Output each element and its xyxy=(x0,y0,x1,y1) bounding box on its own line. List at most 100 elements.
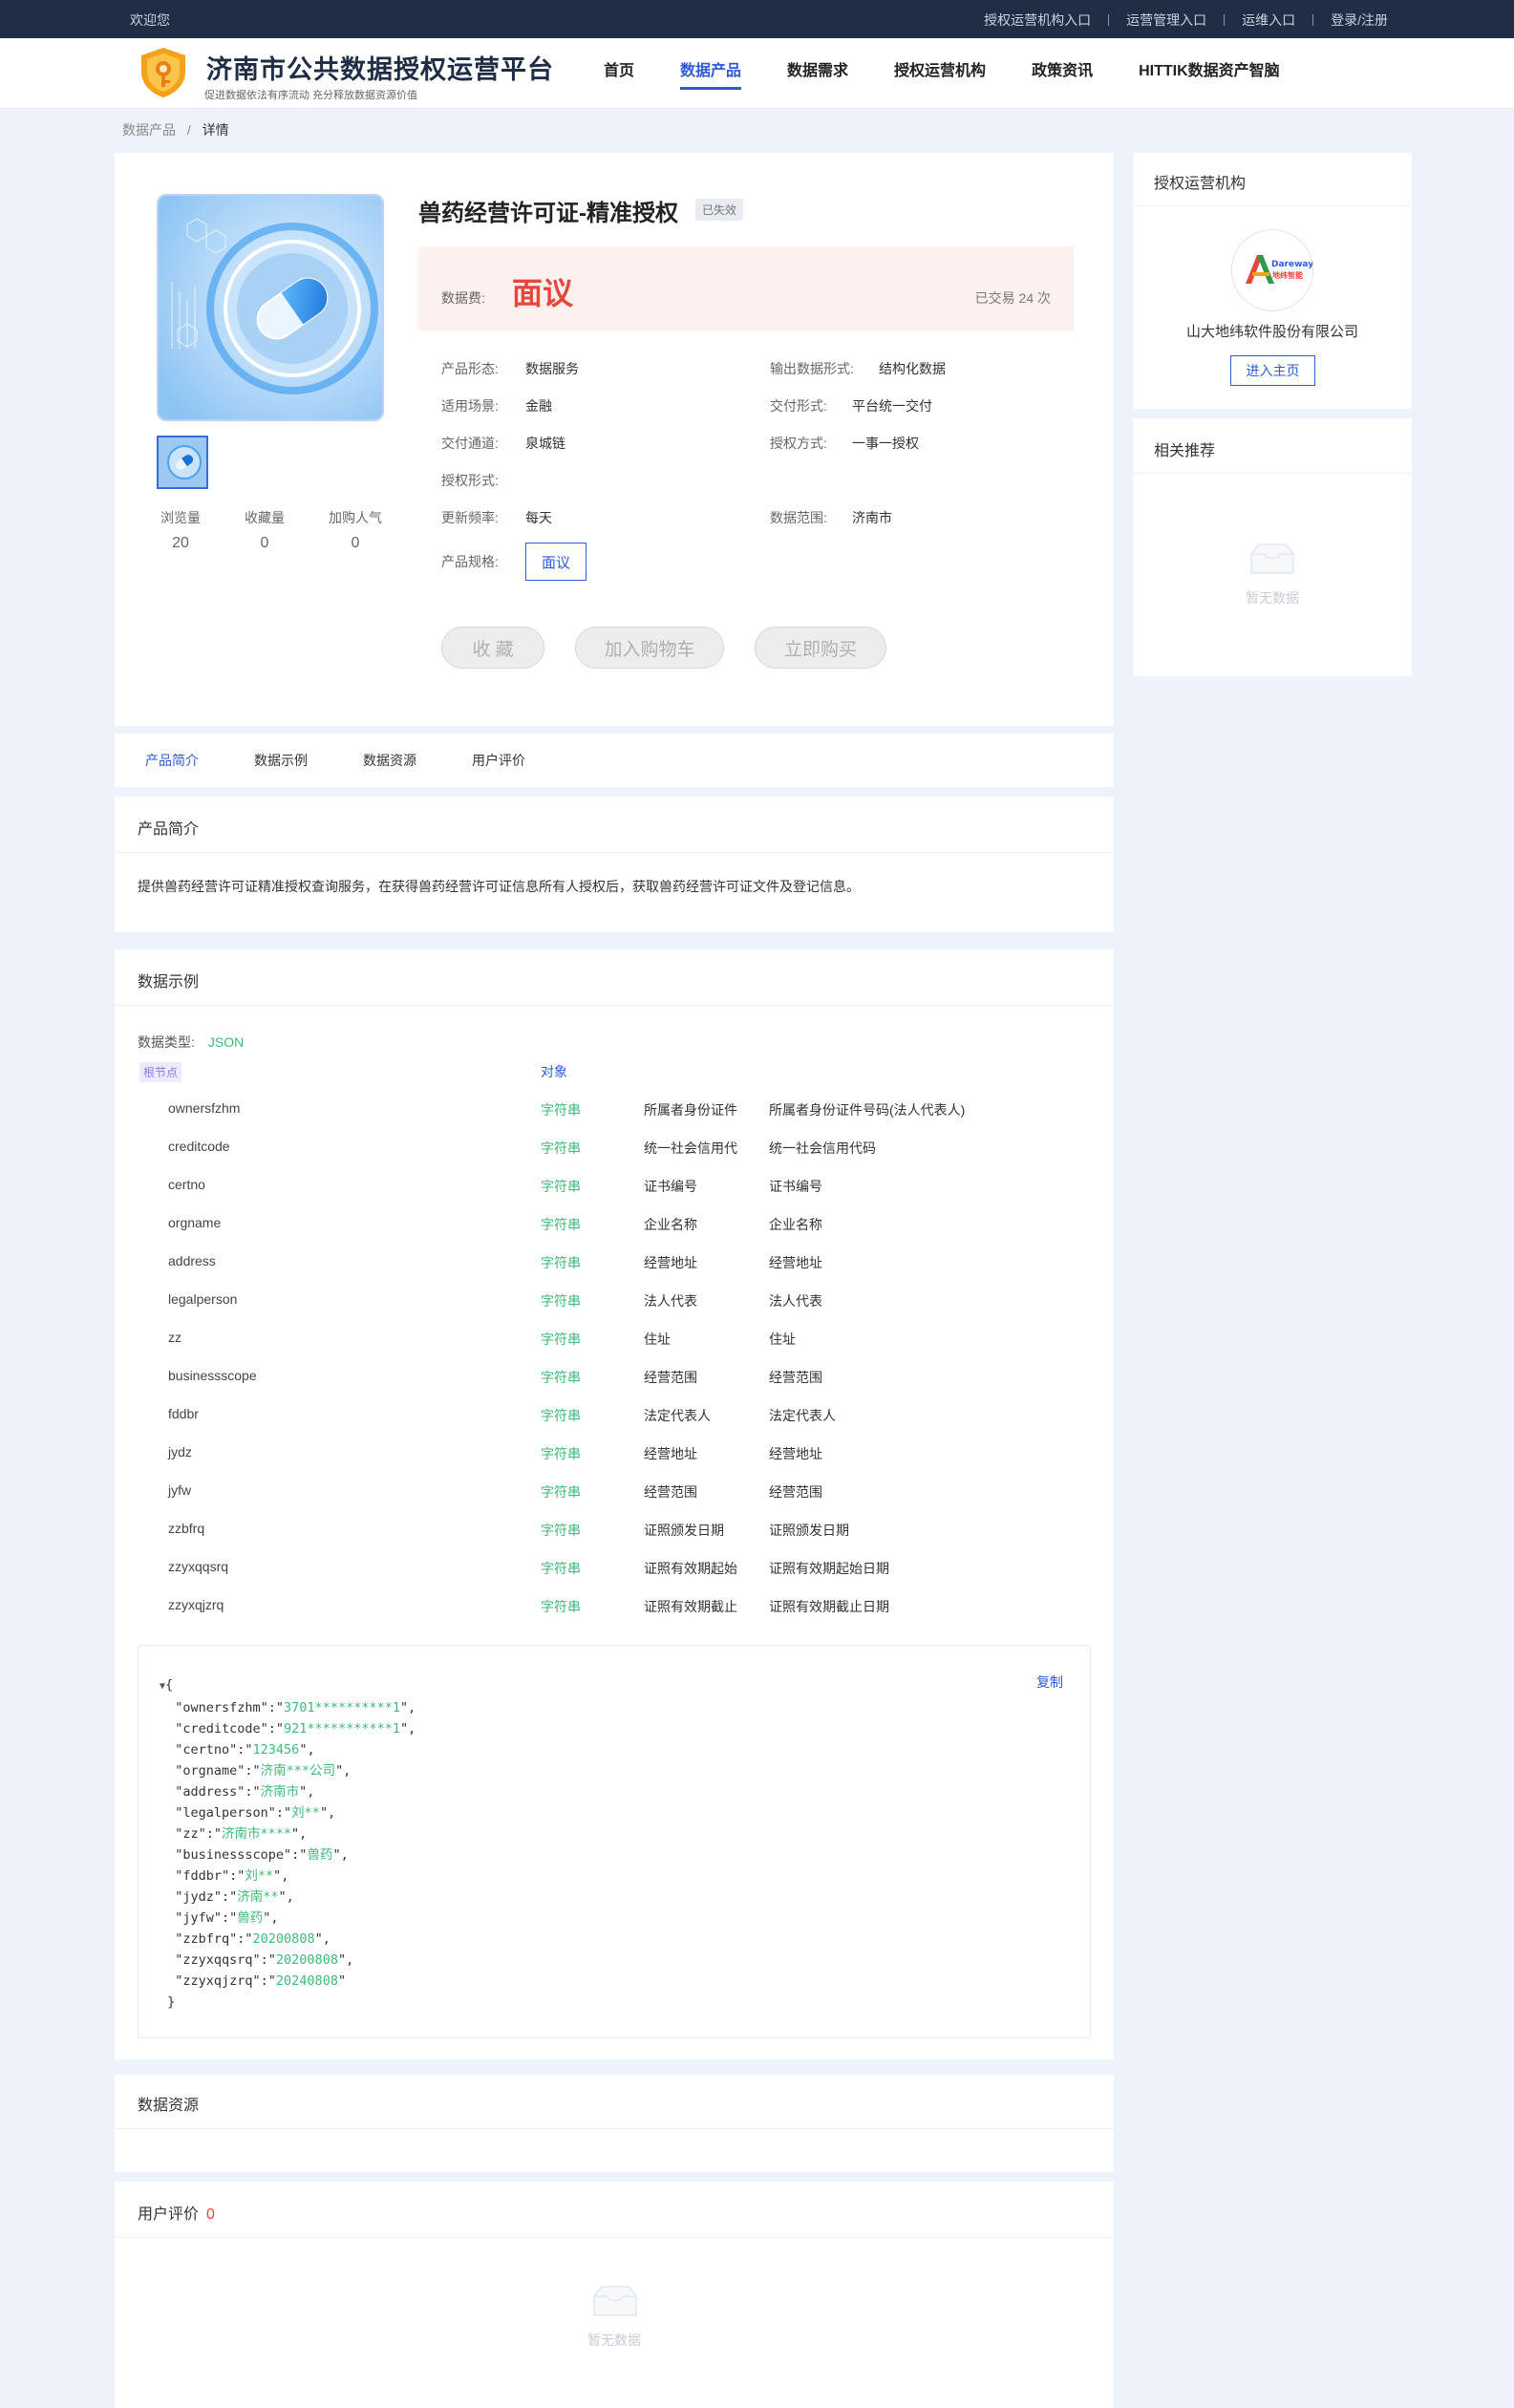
breadcrumb-separator: / xyxy=(186,122,191,138)
org-name: 山大地纬软件股份有限公司 xyxy=(1185,324,1358,340)
nav-data-demand[interactable]: 数据需求 xyxy=(787,57,848,88)
field-name: zzbfrq xyxy=(168,1521,205,1536)
attr-value: 金融 xyxy=(525,398,552,414)
divider xyxy=(115,2128,1114,2129)
intro-section xyxy=(115,797,1114,932)
field-type: 字符串 xyxy=(541,1370,581,1385)
field-cn: 证书编号 xyxy=(644,1179,697,1194)
field-table: ownersfzhm 字符串 所属者身份证件 所属者身份证件号码(法人代表人) cre… xyxy=(0,1100,999,1635)
review-count: 0 xyxy=(206,2206,215,2223)
field-name: businessscope xyxy=(168,1368,257,1383)
empty-box-icon xyxy=(1250,543,1294,574)
empty-text: 暂无数据 xyxy=(1246,590,1299,606)
attr-value: 每天 xyxy=(525,510,552,525)
field-type: 字符串 xyxy=(541,1255,581,1270)
stat-views: 浏览量 20 xyxy=(157,508,204,552)
field-type: 字符串 xyxy=(541,1523,581,1538)
tab-product-intro[interactable]: 产品简介 xyxy=(145,751,199,770)
attr-label: 交付通道: xyxy=(441,436,499,451)
json-line: "creditcode":"921***********1", xyxy=(160,1721,416,1737)
maintenance-link[interactable]: 运维入口 xyxy=(1242,11,1295,30)
json-line: "zzyxqjzrq":"20240808" xyxy=(160,1973,347,1989)
breadcrumb-parent[interactable]: 数据产品 xyxy=(122,122,176,138)
nav-policy-news[interactable]: 政策资讯 xyxy=(1032,57,1093,88)
field-name: jyfw xyxy=(168,1482,192,1498)
json-code: ▼{ "ownersfzhm":"3701**********1", "cred… xyxy=(160,1677,416,2010)
brand-title[interactable]: 济南市公共数据授权运营平台 xyxy=(206,49,554,86)
field-cn: 法定代表人 xyxy=(644,1408,711,1423)
tab-user-reviews[interactable]: 用户评价 xyxy=(472,751,525,770)
data-type: 数据类型: JSON xyxy=(138,1033,244,1052)
product-title: 兽药经营许可证-精准授权 xyxy=(418,201,678,226)
main-nav: 首页 数据产品 数据需求 授权运营机构 政策资讯 HITTIK数据资产智脑 xyxy=(604,57,1326,90)
field-name: ownersfzhm xyxy=(168,1100,241,1116)
field-type: 字符串 xyxy=(541,1599,581,1614)
dareway-logo-icon: Dareway 地纬智能 xyxy=(1246,255,1313,284)
data-type-value: JSON xyxy=(207,1034,245,1050)
field-desc: 证照有效期截止日期 xyxy=(769,1599,889,1614)
root-node-tag: 根节点 xyxy=(139,1062,182,1082)
field-desc: 统一社会信用代码 xyxy=(769,1140,876,1156)
field-desc: 证照颁发日期 xyxy=(769,1523,849,1538)
collapse-arrow-icon[interactable]: ▼ xyxy=(160,1681,165,1692)
nav-operators[interactable]: 授权运营机构 xyxy=(894,57,986,88)
copy-button[interactable]: 复制 xyxy=(1036,1673,1063,1692)
field-cn: 经营范围 xyxy=(644,1370,697,1385)
nav-hittik-brain[interactable]: HITTIK数据资产智脑 xyxy=(1139,57,1280,88)
price-box: 数据费: 面议 已交易 24 次 xyxy=(418,246,1074,330)
json-code-block: 复制 ▼{ "ownersfzhm":"3701**********1", "c… xyxy=(138,1645,1091,2038)
tab-data-sample[interactable]: 数据示例 xyxy=(254,751,308,770)
nav-data-products[interactable]: 数据产品 xyxy=(680,57,742,90)
field-type: 字符串 xyxy=(541,1561,581,1576)
login-register-link[interactable]: 登录/注册 xyxy=(1331,11,1388,30)
attr-label: 交付形式: xyxy=(770,398,827,414)
product-thumbnail[interactable] xyxy=(157,436,208,489)
field-cn: 证照有效期起始 xyxy=(644,1561,737,1576)
favorite-button[interactable]: 收 藏 xyxy=(441,627,544,669)
attr-value: 一事一授权 xyxy=(852,436,919,451)
welcome-text: 欢迎您 xyxy=(130,12,170,28)
ops-manage-link[interactable]: 运营管理入口 xyxy=(1126,11,1206,30)
divider xyxy=(1108,14,1110,26)
field-type: 字符串 xyxy=(541,1293,581,1309)
org-logo[interactable]: Dareway 地纬智能 xyxy=(1231,229,1313,311)
field-desc: 企业名称 xyxy=(769,1217,822,1232)
attr-label: 数据范围: xyxy=(770,510,827,525)
table-row: address 字符串 经营地址 经营地址 xyxy=(0,1253,999,1291)
field-type: 字符串 xyxy=(541,1484,581,1500)
add-to-cart-button[interactable]: 加入购物车 xyxy=(575,627,724,669)
field-cn: 法人代表 xyxy=(644,1293,697,1309)
reviews-title-text: 用户评价 xyxy=(138,2206,200,2223)
shield-logo-icon[interactable] xyxy=(136,45,191,100)
field-name: jydz xyxy=(168,1444,192,1460)
tab-data-resources[interactable]: 数据资源 xyxy=(363,751,416,770)
intro-text: 提供兽药经营许可证精准授权查询服务，在获得兽药经营许可证信息所有人授权后，获取兽… xyxy=(138,879,860,894)
json-line: "ownersfzhm":"3701**********1", xyxy=(160,1700,416,1715)
field-type: 字符串 xyxy=(541,1217,581,1232)
breadcrumb-current: 详情 xyxy=(202,122,229,138)
logo-text: Dareway xyxy=(1271,260,1312,269)
top-links: 授权运营机构入口 运营管理入口 运维入口 登录/注册 xyxy=(984,11,1388,30)
org-homepage-button[interactable]: 进入主页 xyxy=(1230,355,1315,386)
empty-text: 暂无数据 xyxy=(587,2333,641,2348)
field-desc: 所属者身份证件号码(法人代表人) xyxy=(769,1102,966,1118)
root-node-type: 对象 xyxy=(541,1064,567,1079)
field-cn: 企业名称 xyxy=(644,1217,697,1232)
field-cn: 经营地址 xyxy=(644,1446,697,1461)
org-portal-link[interactable]: 授权运营机构入口 xyxy=(984,11,1091,30)
json-line: "zzbfrq":"20200808", xyxy=(160,1931,331,1947)
intro-title: 产品简介 xyxy=(138,821,200,838)
breadcrumb: 数据产品 / 详情 xyxy=(122,120,229,139)
reviews-title: 用户评价 0 xyxy=(138,2201,215,2224)
stat-cart-popularity: 加购人气 0 xyxy=(325,508,386,552)
price-label: 数据费: xyxy=(441,290,485,306)
logo-text: 地纬智能 xyxy=(1272,270,1303,280)
spec-option-button[interactable]: 面议 xyxy=(525,543,586,581)
field-type: 字符串 xyxy=(541,1179,581,1194)
buy-now-button[interactable]: 立即购买 xyxy=(755,627,886,669)
field-cn: 住址 xyxy=(644,1332,671,1347)
nav-home[interactable]: 首页 xyxy=(604,57,634,88)
field-desc: 法人代表 xyxy=(769,1293,822,1309)
stat-label: 浏览量 xyxy=(160,510,201,525)
json-line: "address":"济南市", xyxy=(160,1784,315,1800)
